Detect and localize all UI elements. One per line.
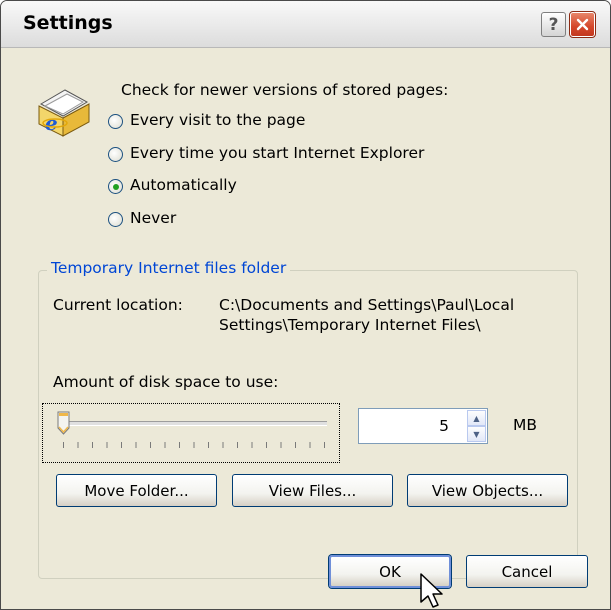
spin-down-icon[interactable]: ▼	[467, 426, 486, 442]
slider-thumb[interactable]	[57, 411, 70, 435]
check-heading: Check for newer versions of stored pages…	[121, 81, 449, 99]
radio-every-visit-label[interactable]: Every visit to the page	[130, 111, 305, 129]
view-files-button[interactable]: View Files...	[232, 474, 393, 507]
radio-never[interactable]	[108, 212, 123, 227]
mouse-pointer-icon	[420, 573, 443, 608]
slider-ticks	[63, 442, 325, 448]
radio-every-visit[interactable]	[108, 114, 123, 129]
dialog-body: e Check for newer versions of stored pag…	[1, 48, 610, 609]
radio-every-start[interactable]	[108, 147, 123, 162]
help-button[interactable]: ?	[541, 12, 566, 37]
disk-space-slider[interactable]	[42, 403, 340, 463]
disk-space-value[interactable]: 5	[439, 417, 449, 435]
view-objects-button[interactable]: View Objects...	[407, 474, 568, 507]
ie-cached-pages-icon: e	[38, 89, 90, 137]
temp-files-legend: Temporary Internet files folder	[47, 259, 291, 277]
radio-automatically[interactable]	[108, 179, 123, 194]
cancel-button[interactable]: Cancel	[466, 555, 588, 588]
radio-every-start-label[interactable]: Every time you start Internet Explorer	[130, 144, 424, 162]
spin-up-icon[interactable]: ▲	[467, 410, 486, 426]
title-bar[interactable]: Settings ?	[1, 1, 610, 48]
settings-dialog: Settings ? e Check for newer versions of…	[0, 0, 611, 610]
radio-automatically-label[interactable]: Automatically	[130, 176, 237, 194]
disk-space-spinner[interactable]: 5 ▲ ▼	[358, 408, 488, 444]
help-icon: ?	[548, 14, 559, 35]
current-location-label: Current location:	[53, 296, 183, 314]
close-button[interactable]	[569, 11, 596, 38]
close-icon	[576, 18, 589, 31]
move-folder-button[interactable]: Move Folder...	[56, 474, 217, 507]
window-title: Settings	[23, 12, 113, 34]
slider-track[interactable]	[62, 421, 327, 426]
radio-never-label[interactable]: Never	[130, 209, 176, 227]
current-location-path-line1: C:\Documents and Settings\Paul\Local	[219, 296, 515, 314]
disk-space-unit: MB	[513, 416, 538, 434]
disk-space-label: Amount of disk space to use:	[53, 373, 279, 391]
svg-text:e: e	[45, 111, 58, 135]
current-location-path-line2: Settings\Temporary Internet Files\	[219, 316, 481, 334]
